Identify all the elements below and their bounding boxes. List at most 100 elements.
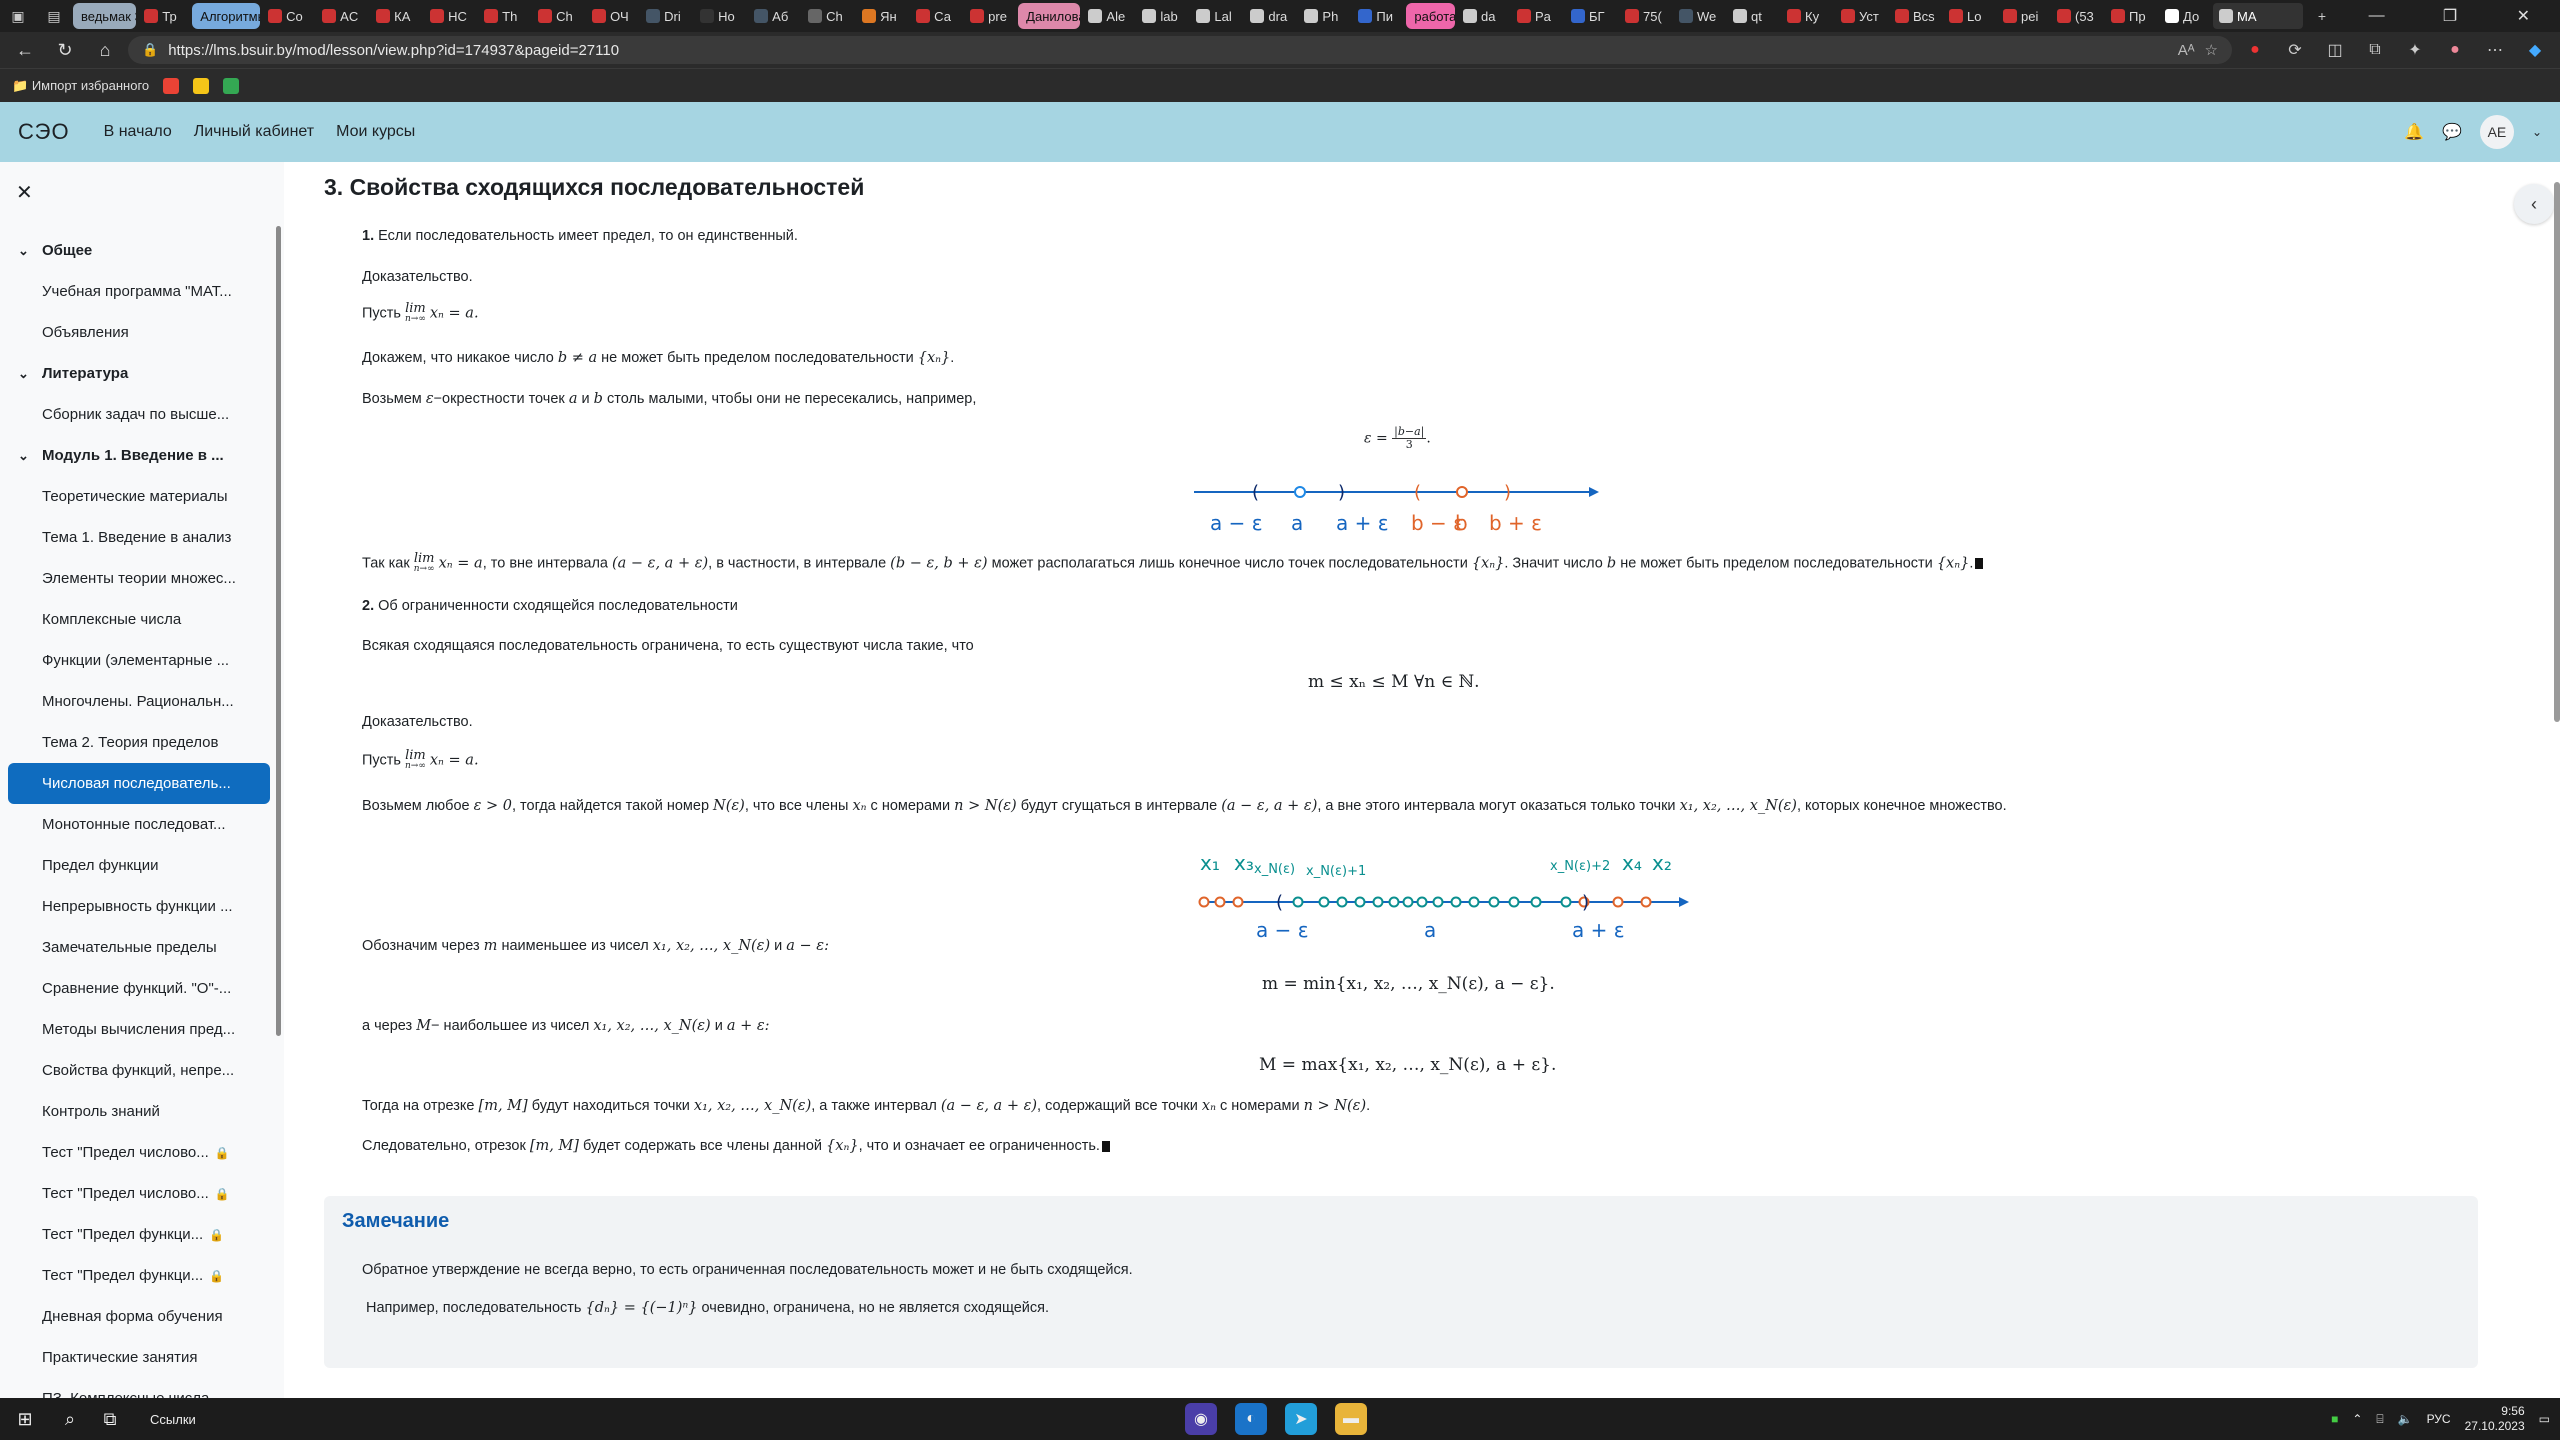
browser-tab[interactable]: MA — [2213, 3, 2303, 29]
favorite-star-icon[interactable]: ☆ — [2205, 41, 2218, 59]
close-window-icon[interactable]: ✕ — [2487, 0, 2560, 32]
sidebar-item[interactable]: Практические занятия — [8, 1337, 270, 1378]
browser-tab[interactable]: работа — [1406, 3, 1455, 29]
edge-icon[interactable]: ◐ — [1235, 1403, 1267, 1435]
browser-tab[interactable]: Пи — [1352, 3, 1404, 29]
bookmark-icon[interactable] — [193, 77, 210, 94]
chevron-down-icon[interactable]: ⌄ — [18, 448, 29, 464]
search-icon[interactable]: ⌕ — [50, 1409, 90, 1430]
browser-tab[interactable]: Са — [910, 3, 962, 29]
sidebar-item[interactable]: Свойства функций, непре... — [8, 1050, 270, 1091]
sidebar-item[interactable]: Комплексные числа — [8, 599, 270, 640]
site-logo[interactable]: СЭО — [18, 119, 70, 145]
sidebar-item[interactable]: Непрерывность функции ... — [8, 886, 270, 927]
sidebar-item[interactable]: Объявления — [8, 312, 270, 353]
browser-tab[interactable]: ОЧ — [586, 3, 638, 29]
browser-tab[interactable]: Ку — [1781, 3, 1833, 29]
browser-tab[interactable]: Ho — [694, 3, 746, 29]
browser-tab[interactable]: Lo — [1943, 3, 1995, 29]
links-toolbar[interactable]: Ссылки — [150, 1412, 196, 1427]
page-scrollbar[interactable] — [2554, 182, 2560, 722]
sidebar-item[interactable]: Функции (элементарные ... — [8, 640, 270, 681]
browser-tab[interactable]: Аб — [748, 3, 800, 29]
sidebar-item[interactable]: Сравнение функций. "O"-... — [8, 968, 270, 1009]
browser-tab[interactable]: Тр — [138, 3, 190, 29]
browser-tab[interactable]: da — [1457, 3, 1509, 29]
restore-icon[interactable]: ❐ — [2413, 0, 2486, 32]
file-explorer-icon[interactable]: ▬ — [1335, 1403, 1367, 1435]
home-icon[interactable]: ⌂ — [88, 35, 122, 65]
copilot-icon[interactable]: ◆ — [2518, 35, 2552, 65]
browser-tab[interactable]: (53 — [2051, 3, 2103, 29]
chevron-down-icon[interactable]: ⌄ — [18, 243, 29, 259]
sidebar-item[interactable]: Тема 1. Введение в анализ — [8, 517, 270, 558]
sidebar-item[interactable]: Дневная форма обучения — [8, 1296, 270, 1337]
workspaces-icon[interactable]: ▣ — [0, 0, 36, 32]
browser-tab[interactable]: Сh — [802, 3, 854, 29]
telegram-icon[interactable]: ➤ — [1285, 1403, 1317, 1435]
tray-app-icon[interactable]: ■ — [2331, 1412, 2338, 1426]
nav-my-courses[interactable]: Мои курсы — [336, 123, 415, 141]
sidebar-item[interactable]: Тема 2. Теория пределов — [8, 722, 270, 763]
start-icon[interactable]: ⊞ — [0, 1409, 50, 1430]
extension-icon[interactable]: ● — [2238, 35, 2272, 65]
avatar[interactable]: AE — [2479, 115, 2514, 149]
chevron-down-icon[interactable]: ⌄ — [18, 366, 29, 382]
bell-icon[interactable]: 🔔 — [2404, 122, 2424, 142]
refresh-ext-icon[interactable]: ⟳ — [2278, 35, 2312, 65]
sidebar-item[interactable]: Предел функции — [8, 845, 270, 886]
browser-tab[interactable]: НС — [424, 3, 476, 29]
discord-icon[interactable]: ◉ — [1185, 1403, 1217, 1435]
import-favorites-link[interactable]: 📁 Импорт избранного — [12, 78, 149, 94]
url-field[interactable]: 🔒 https://lms.bsuir.by/mod/lesson/view.p… — [128, 36, 2232, 64]
profile-icon[interactable]: ● — [2438, 35, 2472, 65]
sidebar-item[interactable]: Контроль знаний — [8, 1091, 270, 1132]
browser-tab[interactable]: Ph — [1298, 3, 1350, 29]
browser-tab[interactable]: pei — [1997, 3, 2049, 29]
sidebar-section[interactable]: ⌄ Общее — [8, 230, 270, 271]
sidebar-item[interactable]: Тест "Предел числово... 🔒 — [8, 1173, 270, 1214]
browser-tab[interactable]: dra — [1244, 3, 1296, 29]
drive-icon[interactable] — [223, 77, 240, 94]
sidebar-scrollbar[interactable] — [276, 226, 281, 1036]
sidebar-item[interactable]: Тест "Предел функци... 🔒 — [8, 1214, 270, 1255]
collections-icon[interactable]: ⧉ — [2358, 35, 2392, 65]
chevron-down-icon[interactable]: ⌄ — [2532, 125, 2542, 139]
browser-tab[interactable]: Bcs — [1889, 3, 1941, 29]
browser-tab[interactable]: До — [2159, 3, 2211, 29]
sidebar-item[interactable]: Тест "Предел числово... 🔒 — [8, 1132, 270, 1173]
browser-tab[interactable]: ведьмак 3 — [73, 3, 137, 29]
split-screen-icon[interactable]: ◫ — [2318, 35, 2352, 65]
language-indicator[interactable]: РУС — [2427, 1412, 2451, 1426]
browser-tab[interactable]: Th — [478, 3, 530, 29]
browser-tab[interactable]: Co — [262, 3, 314, 29]
browser-tab[interactable]: Ale — [1082, 3, 1134, 29]
task-view-icon[interactable]: ⧉ — [90, 1409, 130, 1430]
browser-tab[interactable]: Пр — [2105, 3, 2157, 29]
browser-tab[interactable]: Pa — [1511, 3, 1563, 29]
browser-tab[interactable]: Уст — [1835, 3, 1887, 29]
browser-tab[interactable]: qt — [1727, 3, 1779, 29]
browser-tab[interactable]: Ch — [532, 3, 584, 29]
browser-tab[interactable]: pre — [964, 3, 1016, 29]
extensions-icon[interactable]: ✦ — [2398, 35, 2432, 65]
messages-icon[interactable]: 💬 — [2442, 122, 2462, 142]
sidebar-item[interactable]: Монотонные последоват... — [8, 804, 270, 845]
browser-tab[interactable]: БГ — [1565, 3, 1617, 29]
gmail-icon[interactable] — [163, 77, 180, 94]
close-icon[interactable]: ✕ — [16, 180, 33, 205]
browser-tab[interactable]: Данилова — [1018, 3, 1081, 29]
sidebar-section[interactable]: ⌄ Модуль 1. Введение в ... — [8, 435, 270, 476]
tab-actions-icon[interactable]: ▤ — [36, 0, 72, 32]
sidebar-section[interactable]: ⌄ Литература — [8, 353, 270, 394]
browser-tab[interactable]: Dri — [640, 3, 692, 29]
more-menu-icon[interactable]: ⋯ — [2478, 35, 2512, 65]
network-icon[interactable]: ⌸ — [2376, 1412, 2383, 1427]
sidebar-item[interactable]: Многочлены. Рациональн... — [8, 681, 270, 722]
browser-tab[interactable]: Ян — [856, 3, 908, 29]
sidebar-item[interactable]: Числовая последователь... — [8, 763, 270, 804]
refresh-icon[interactable]: ↻ — [48, 35, 82, 65]
notifications-icon[interactable]: ▭ — [2539, 1412, 2550, 1426]
browser-tab[interactable]: 75( — [1619, 3, 1671, 29]
back-icon[interactable]: ← — [8, 35, 42, 65]
